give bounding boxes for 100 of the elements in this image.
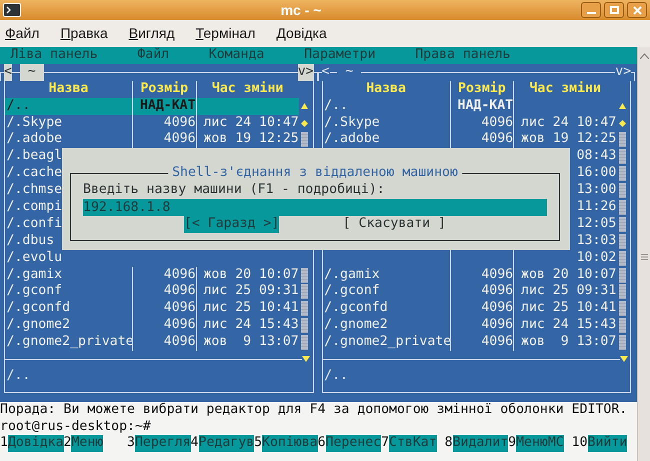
window-title: mc - ~ [280,0,322,20]
file-size-cell: 4096 [132,300,196,318]
file-name-cell[interactable]: /.gconf [322,283,450,300]
terminal-icon [3,3,21,17]
function-key-number: 2 [64,435,72,452]
modified-time-cell: лис 25 10:41 [513,300,616,318]
function-key-number: 3 [127,435,135,452]
file-name-cell[interactable]: /.gamix [4,266,132,284]
scroll-up-arrow-icon[interactable] [618,103,626,110]
grip-icon [640,254,648,260]
file-size-cell: 4096 [132,334,196,352]
function-key-button[interactable]: Довідка [8,435,64,452]
file-size-cell: 4096 [132,114,196,132]
function-key-number: 9 [508,435,516,452]
modified-time-cell: лис 24 15:43 [513,317,616,334]
minimize-button[interactable] [581,2,601,18]
column-header[interactable]: Назва [322,80,450,98]
modified-time-cell: жов 20 10:07 [513,266,616,284]
history-menu-button[interactable]: v> [298,64,314,81]
file-name-cell[interactable]: /.Skype [4,114,132,132]
function-key-number: 8 [444,435,453,452]
file-size-cell: 4096 [450,114,514,132]
file-size-cell: 4096 [450,317,514,334]
function-key-number: 1 [0,435,8,452]
file-name-cell[interactable]: /.. [322,98,450,115]
modified-time-cell: лис 25 09:31 [196,283,299,300]
file-name-cell[interactable]: /.evolu [4,250,132,267]
scroll-thumb-icon[interactable] [618,120,626,126]
function-key-button[interactable]: Меню [71,435,104,452]
file-name-cell[interactable]: /.adobe [322,131,450,148]
file-size-cell: 4096 [132,266,196,284]
function-key-button[interactable]: Перенес [326,435,382,452]
file-name-cell[interactable]: /.. [4,98,132,115]
menu-item[interactable]: Вигляд [128,23,175,44]
function-key-button[interactable]: Перегля [134,435,191,452]
modified-time-cell: лис 25 09:31 [513,283,616,300]
maximize-button[interactable] [604,2,624,18]
file-size-cell: 4096 [132,283,196,300]
close-button[interactable] [627,2,647,18]
mc-menu-item[interactable]: Права панель [415,47,510,64]
modified-time-cell: жов 20 10:07 [196,266,299,284]
history-menu-button[interactable]: v> [615,64,632,81]
file-size-cell: 4096 [450,300,514,318]
modified-time-cell: лис 24 10:47 [513,114,616,132]
file-size-cell: 4096 [450,283,514,300]
panel-status: /.. [6,368,30,385]
function-key-number: 6 [318,435,326,452]
function-key-number: 7 [381,435,390,452]
column-header[interactable]: Час зміни [513,80,616,98]
menu-item[interactable]: Термінал [196,23,256,44]
file-name-cell[interactable]: /.adobe [4,131,132,148]
function-key-button[interactable]: Копіюва [262,435,318,452]
history-back-button[interactable]: < [322,64,330,81]
window-scrollbar[interactable] [637,47,650,461]
file-name-cell[interactable]: /.gnome2_private [322,334,450,352]
modified-time-cell: лис 24 15:43 [196,317,299,334]
host-input-field[interactable]: 192.168.1.8 [83,199,547,216]
file-name-cell[interactable]: /.gconfd [4,300,132,318]
dialog-button[interactable]: [< Гаразд >] [184,216,280,234]
shell-prompt: root@rus-desktop:~# [0,418,151,434]
menu-item[interactable]: Файл [5,23,40,44]
scroll-up-arrow-icon[interactable] [301,103,308,110]
file-name-cell[interactable]: /.gamix [322,266,450,284]
column-header[interactable]: Розмір [450,80,514,98]
menu-item[interactable]: Правка [60,23,108,44]
file-size-cell: 4096 [132,317,196,334]
dialog-button[interactable]: [ Скасувати ] [342,216,446,234]
file-name-cell[interactable]: /.Skype [322,114,450,132]
function-key-button[interactable]: МенюМС [516,435,564,452]
function-key-number: 4 [190,435,198,452]
scroll-thumb-icon[interactable] [301,120,308,126]
panel-status: /.. [323,368,348,385]
mc-menu-item[interactable]: Параметри [304,47,376,64]
scroll-down-arrow-icon[interactable] [620,356,628,362]
function-key-number: 5 [254,435,262,452]
file-name-cell[interactable]: /.gnome2_private [4,334,132,352]
file-name-cell[interactable]: /.gconf [4,283,132,300]
function-key-button[interactable]: СтвКат [389,435,437,452]
menu-item[interactable]: Довідка [276,23,327,44]
file-name-cell[interactable]: /.gnome2 [322,317,450,334]
scroll-down-arrow-icon[interactable] [302,356,310,362]
file-size-cell: НАД-КАТ [132,98,196,115]
hint-text: Порада: Ви можете вибрати редактор для F4 за допомогою змінної оболонки EDITOR. [0,402,628,417]
file-size-cell: 4096 [450,266,514,284]
mc-menu-item[interactable]: Ліва панель [10,47,98,64]
column-header[interactable]: Назва [4,80,132,98]
file-name-cell[interactable]: /.gnome2 [4,317,132,334]
modified-time-cell: лис 25 10:41 [196,300,299,318]
function-key-button[interactable]: Вийти [588,435,628,452]
mc-menu-item[interactable]: Файл [137,47,170,64]
history-back-button[interactable]: < [4,64,12,81]
function-key-button[interactable]: Видалит [452,435,508,452]
mc-menu-item[interactable]: Команда [208,47,264,64]
file-size-cell: НАД-КАТ [450,98,514,115]
modified-time-cell: жов 9 13:07 [196,334,299,352]
function-key-number: 10 [572,435,588,452]
file-size-cell: 4096 [450,334,514,352]
function-key-button[interactable]: Редагув [198,435,254,452]
modified-time-cell: лис 24 10:47 [196,114,299,132]
file-name-cell[interactable]: /.gconfd [322,300,450,318]
